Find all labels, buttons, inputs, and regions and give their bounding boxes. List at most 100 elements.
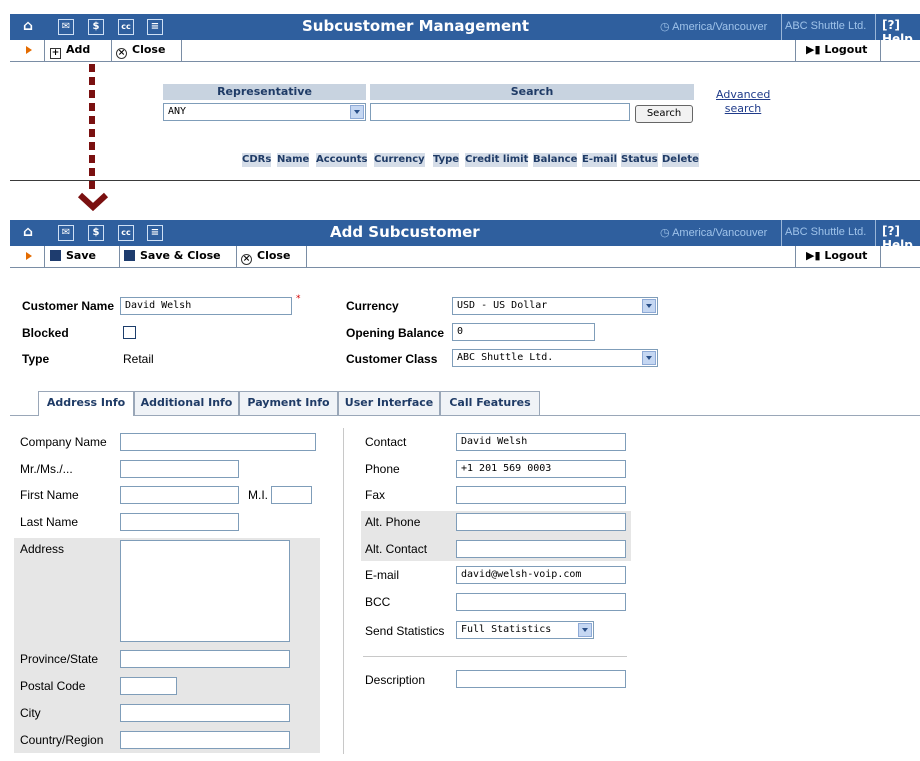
- phone-label: Phone: [365, 462, 400, 476]
- cc-icon[interactable]: cc: [118, 19, 134, 35]
- postal-code-label: Postal Code: [20, 679, 86, 693]
- alt-phone-input[interactable]: [456, 513, 626, 531]
- send-statistics-select[interactable]: Full Statistics: [456, 621, 594, 639]
- cc-icon[interactable]: cc: [118, 225, 134, 241]
- timezone-text: America/Vancouver: [672, 21, 768, 33]
- send-statistics-label: Send Statistics: [365, 624, 445, 638]
- list-icon[interactable]: ≡: [147, 225, 163, 241]
- customer-class-select[interactable]: ABC Shuttle Ltd.: [452, 349, 658, 367]
- currency-label: Currency: [346, 299, 399, 313]
- tab-address-info[interactable]: Address Info: [38, 391, 134, 416]
- search-button[interactable]: Search: [635, 105, 693, 123]
- customer-class-label: Customer Class: [346, 352, 438, 366]
- column-header: CDRs: [242, 153, 272, 167]
- representative-select[interactable]: ANY: [163, 103, 366, 121]
- column-header: Accounts: [316, 153, 368, 167]
- save-button[interactable]: Save: [46, 246, 120, 267]
- top-toolbar: + Add × Close ▶▮ Logout: [10, 40, 920, 62]
- logout-icon: ▶▮: [806, 249, 825, 262]
- customer-name-label: Customer Name: [22, 299, 115, 313]
- email-input[interactable]: david@welsh-voip.com: [456, 566, 626, 584]
- save-label: Save: [66, 249, 96, 262]
- advanced-search-link[interactable]: Advanced search: [716, 88, 770, 116]
- representative-value: ANY: [168, 106, 187, 117]
- close-icon: ×: [241, 254, 252, 265]
- dollar-icon[interactable]: $: [88, 19, 104, 35]
- tab-additional-info[interactable]: Additional Info: [134, 391, 239, 415]
- close-button[interactable]: × Close: [112, 40, 182, 61]
- tab-call-features[interactable]: Call Features: [440, 391, 540, 415]
- close-label: Close: [257, 249, 291, 262]
- save-close-button[interactable]: Save & Close: [120, 246, 237, 267]
- chevron-down-icon: [642, 351, 656, 365]
- logout-label: Logout: [824, 43, 868, 56]
- last-name-input[interactable]: [120, 513, 239, 531]
- arrow-head-icon: [77, 192, 109, 212]
- send-statistics-value: Full Statistics: [461, 624, 552, 635]
- close-button[interactable]: × Close: [237, 246, 307, 267]
- plus-icon: +: [50, 48, 61, 59]
- bcc-input[interactable]: [456, 593, 626, 611]
- advanced-search-line2: search: [724, 102, 762, 115]
- phone-input[interactable]: +1 201 569 0003: [456, 460, 626, 478]
- country-input[interactable]: [120, 731, 290, 749]
- column-header: Delete: [662, 153, 699, 167]
- add-button[interactable]: + Add: [46, 40, 112, 61]
- floppy-icon: [124, 250, 135, 261]
- column-divider: [343, 428, 344, 754]
- company-name-input[interactable]: [120, 433, 316, 451]
- list-icon[interactable]: ≡: [147, 19, 163, 35]
- logout-label: Logout: [824, 249, 868, 262]
- mi-input[interactable]: [271, 486, 312, 504]
- chevron-down-icon: [642, 299, 656, 313]
- mail-icon[interactable]: ✉: [58, 19, 74, 35]
- salutation-input[interactable]: [120, 460, 239, 478]
- dollar-icon[interactable]: $: [88, 225, 104, 241]
- add-label: Add: [66, 43, 91, 56]
- tab-user-interface[interactable]: User Interface: [338, 391, 440, 415]
- customer-class-value: ABC Shuttle Ltd.: [457, 352, 554, 363]
- flow-arrow: [89, 64, 95, 194]
- column-header: E-mail: [582, 153, 618, 167]
- salutation-label: Mr./Ms./...: [20, 462, 73, 476]
- alt-contact-label: Alt. Contact: [365, 542, 428, 556]
- fax-input[interactable]: [456, 486, 626, 504]
- company-label: ABC Shuttle Ltd.: [785, 226, 867, 238]
- currency-select[interactable]: USD - US Dollar: [452, 297, 658, 315]
- required-mark: *: [296, 294, 301, 304]
- first-name-input[interactable]: [120, 486, 239, 504]
- description-input[interactable]: [456, 670, 626, 688]
- tab-payment-info[interactable]: Payment Info: [239, 391, 338, 415]
- play-icon: [26, 46, 32, 54]
- province-label: Province/State: [20, 652, 99, 666]
- postal-code-input[interactable]: [120, 677, 177, 695]
- column-header: Status: [621, 153, 658, 167]
- home-icon[interactable]: ⌂: [20, 19, 36, 35]
- mail-icon[interactable]: ✉: [58, 225, 74, 241]
- top-titlebar: ⌂ ✉ $ cc ≡ Subcustomer Management ◷ Amer…: [10, 14, 920, 46]
- address-textarea[interactable]: [120, 540, 290, 642]
- alt-contact-input[interactable]: [456, 540, 626, 558]
- city-input[interactable]: [120, 704, 290, 722]
- home-icon[interactable]: ⌂: [20, 225, 36, 241]
- search-input[interactable]: [370, 103, 630, 121]
- email-label: E-mail: [365, 568, 400, 582]
- mi-label: M.I.: [248, 488, 268, 502]
- column-header: Type: [433, 153, 460, 167]
- province-input[interactable]: [120, 650, 290, 668]
- play-icon: [26, 252, 32, 260]
- opening-balance-input[interactable]: 0: [452, 323, 595, 341]
- advanced-search-line1: Advanced: [716, 88, 771, 101]
- contact-input[interactable]: David Welsh: [456, 433, 626, 451]
- logout-button[interactable]: ▶▮ Logout: [795, 246, 881, 267]
- blocked-checkbox[interactable]: [123, 326, 136, 339]
- logout-button[interactable]: ▶▮ Logout: [795, 40, 881, 61]
- divider: [363, 656, 627, 657]
- column-header: Name: [277, 153, 310, 167]
- column-header: Balance: [533, 153, 578, 167]
- type-label: Type: [22, 352, 50, 366]
- logout-icon: ▶▮: [806, 43, 825, 56]
- customer-name-input[interactable]: David Welsh: [120, 297, 292, 315]
- city-label: City: [20, 706, 41, 720]
- search-header: Search: [370, 84, 694, 100]
